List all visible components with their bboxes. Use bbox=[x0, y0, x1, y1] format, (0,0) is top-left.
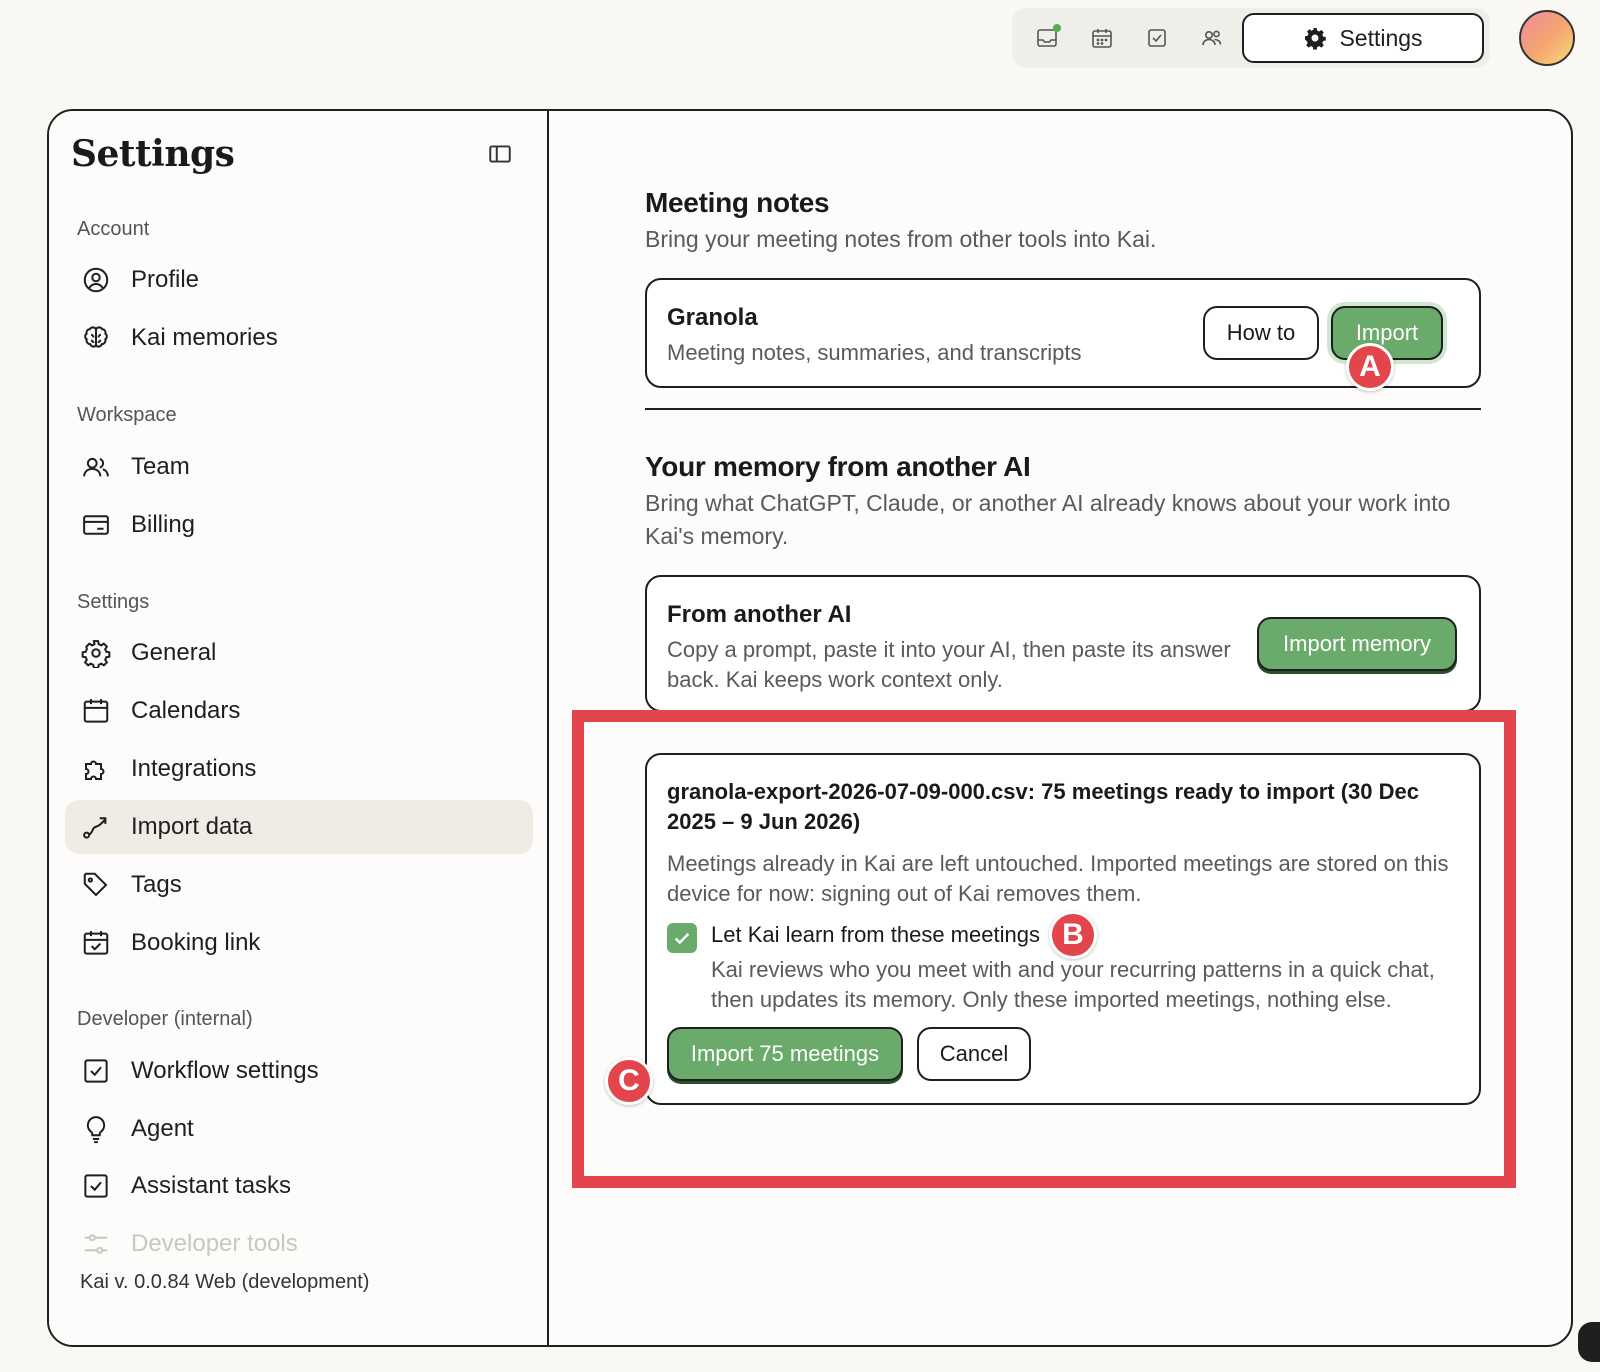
team-icon bbox=[79, 450, 113, 484]
meeting-notes-title: Meeting notes bbox=[645, 187, 830, 218]
settings-button-label: Settings bbox=[1339, 24, 1423, 51]
sidebar-item-developer-tools[interactable]: Developer tools bbox=[65, 1217, 533, 1271]
sidebar-item-label: Calendars bbox=[131, 697, 241, 724]
sliders-icon bbox=[79, 1227, 113, 1261]
sidebar-item-label: Profile bbox=[131, 266, 200, 293]
sidebar-item-label: Booking link bbox=[131, 929, 261, 956]
calendar-check-icon bbox=[79, 926, 113, 960]
sidebar-item-kai-memories[interactable]: Kai memories bbox=[65, 311, 533, 365]
calendar-icon bbox=[79, 694, 113, 728]
sidebar-item-label: Import data bbox=[131, 813, 253, 840]
how-to-button[interactable]: How to bbox=[1203, 306, 1319, 360]
people-icon[interactable] bbox=[1195, 21, 1229, 55]
another-ai-desc: Copy a prompt, paste it into your AI, th… bbox=[667, 637, 1231, 692]
avatar[interactable] bbox=[1519, 10, 1575, 66]
sidebar-item-label: Kai memories bbox=[131, 324, 278, 351]
tag-icon bbox=[79, 868, 113, 902]
sidebar-title: Settings bbox=[71, 133, 235, 175]
another-ai-card: From another AI Copy a prompt, paste it … bbox=[645, 575, 1481, 712]
section-workspace: Workspace bbox=[77, 404, 177, 426]
sidebar-item-label: Agent bbox=[131, 1115, 194, 1142]
inbox-icon[interactable] bbox=[1030, 21, 1064, 55]
sidebar-item-integrations[interactable]: Integrations bbox=[65, 742, 533, 796]
profile-icon bbox=[79, 263, 113, 297]
memory-title: Your memory from another AI bbox=[645, 451, 1031, 482]
sidebar-item-profile[interactable]: Profile bbox=[65, 253, 533, 307]
sidebar-item-tags[interactable]: Tags bbox=[65, 858, 533, 912]
sidebar-item-assistant-tasks[interactable]: Assistant tasks bbox=[65, 1159, 533, 1213]
section-account: Account bbox=[77, 218, 150, 240]
sidebar-item-label: General bbox=[131, 639, 217, 666]
sidebar-item-import-data[interactable]: Import data bbox=[65, 800, 533, 854]
memory-subtitle: Bring what ChatGPT, Claude, or another A… bbox=[645, 490, 1451, 549]
section-divider bbox=[645, 408, 1481, 410]
checkbox-icon bbox=[79, 1054, 113, 1088]
billing-icon bbox=[79, 508, 113, 542]
import-path-icon bbox=[79, 810, 113, 844]
sidebar-item-workflow-settings[interactable]: Workflow settings bbox=[65, 1044, 533, 1098]
sidebar-item-label: Team bbox=[131, 453, 190, 480]
sidebar-item-team[interactable]: Team bbox=[65, 440, 533, 494]
sidebar-item-label: Tags bbox=[131, 871, 182, 898]
sidebar-item-label: Integrations bbox=[131, 755, 257, 782]
section-settings: Settings bbox=[77, 591, 150, 613]
main-content: Meeting notes Bring your meeting notes f… bbox=[551, 111, 1571, 1345]
meeting-notes-subtitle: Bring your meeting notes from other tool… bbox=[645, 226, 1157, 252]
top-toolbar: Settings bbox=[1012, 8, 1490, 68]
app-version: Kai v. 0.0.84 Web (development) bbox=[80, 1271, 370, 1293]
sidebar-item-billing[interactable]: Billing bbox=[65, 498, 533, 552]
annotation-highlight-box bbox=[572, 710, 1516, 1188]
checkbox-icon[interactable] bbox=[1140, 21, 1174, 55]
sidebar: Settings Account Profile Kai memories Wo… bbox=[49, 111, 549, 1345]
puzzle-icon bbox=[79, 752, 113, 786]
sidebar-item-agent[interactable]: Agent bbox=[65, 1102, 533, 1156]
corner-widget[interactable] bbox=[1578, 1322, 1600, 1362]
sidebar-toggle-icon[interactable] bbox=[487, 141, 513, 167]
sidebar-item-label: Developer tools bbox=[131, 1230, 298, 1257]
section-developer: Developer (internal) bbox=[77, 1008, 253, 1030]
checkbox-icon bbox=[79, 1169, 113, 1203]
sidebar-item-label: Assistant tasks bbox=[131, 1172, 292, 1199]
gear-icon bbox=[79, 636, 113, 670]
annotation-badge-a: A bbox=[1346, 343, 1394, 391]
sidebar-item-calendars[interactable]: Calendars bbox=[65, 684, 533, 738]
sidebar-item-booking-link[interactable]: Booking link bbox=[65, 916, 533, 970]
granola-desc: Meeting notes, summaries, and transcript… bbox=[667, 340, 1082, 365]
sidebar-item-label: Billing bbox=[131, 511, 196, 538]
settings-window: Settings Account Profile Kai memories Wo… bbox=[47, 109, 1573, 1347]
import-memory-button[interactable]: Import memory bbox=[1257, 617, 1457, 671]
brain-icon bbox=[79, 321, 113, 355]
calendar-icon[interactable] bbox=[1085, 21, 1119, 55]
another-ai-title: From another AI bbox=[667, 601, 852, 628]
sidebar-item-general[interactable]: General bbox=[65, 626, 533, 680]
granola-title: Granola bbox=[667, 304, 758, 331]
settings-button[interactable]: Settings bbox=[1242, 13, 1484, 63]
gear-icon bbox=[1305, 28, 1327, 50]
lightbulb-icon bbox=[79, 1112, 113, 1146]
sidebar-item-label: Workflow settings bbox=[131, 1057, 319, 1084]
